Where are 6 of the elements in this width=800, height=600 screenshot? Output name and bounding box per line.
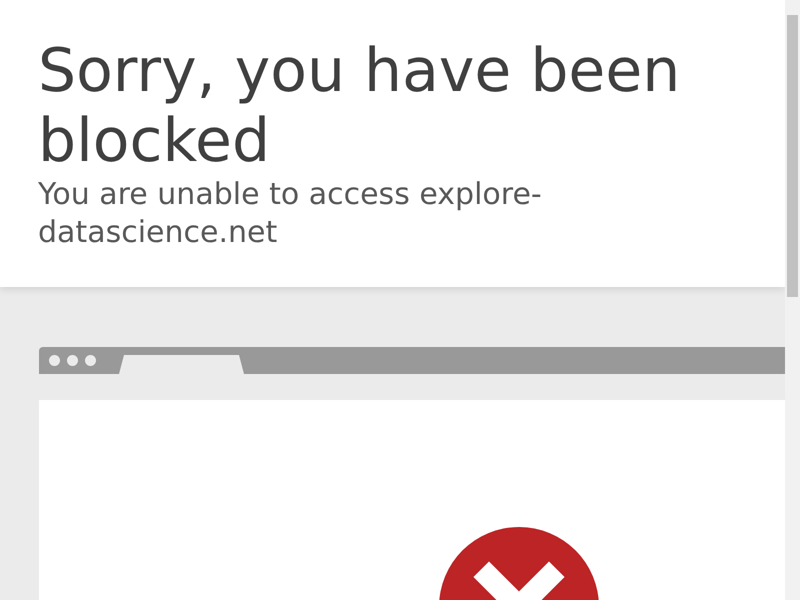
window-dot bbox=[85, 355, 96, 366]
window-dot bbox=[49, 355, 60, 366]
page-subtitle: You are unable to access explore-datascience.net bbox=[38, 176, 543, 252]
scrollbar[interactable] bbox=[785, 0, 800, 600]
page-title: Sorry, you have been blocked bbox=[38, 36, 682, 176]
window-dot bbox=[67, 355, 78, 366]
